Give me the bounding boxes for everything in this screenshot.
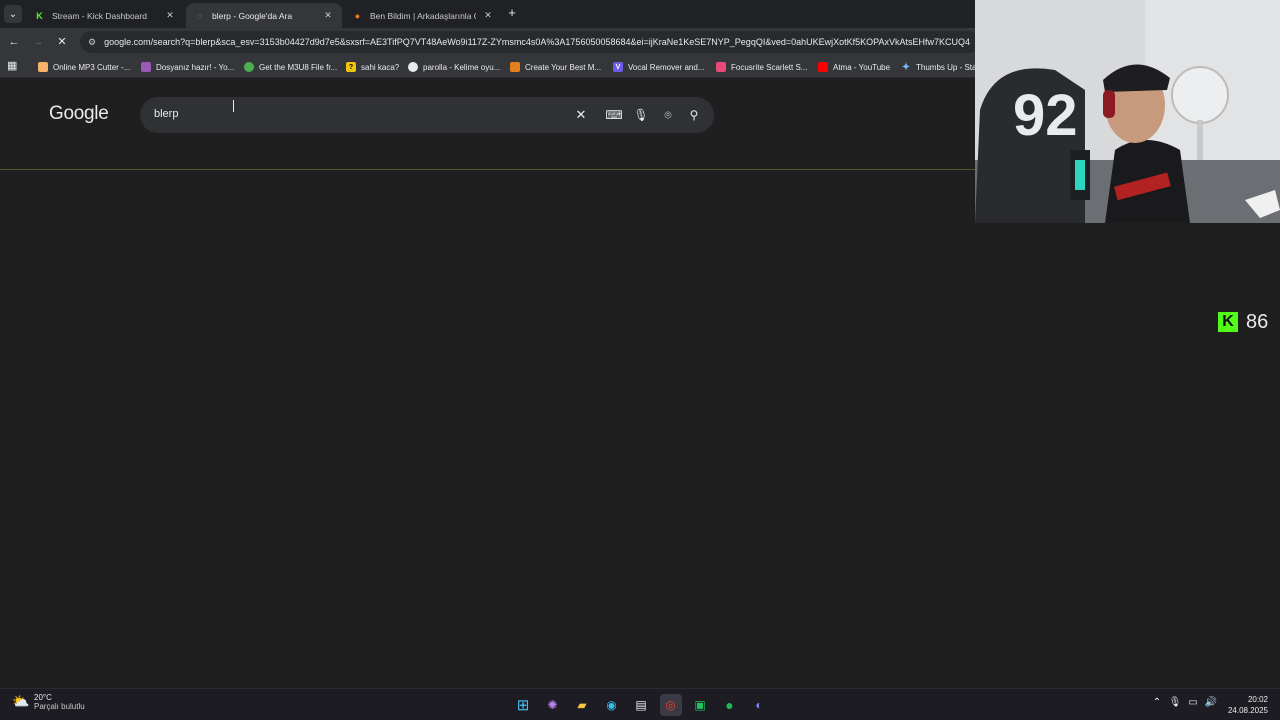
youtube-icon — [818, 62, 828, 72]
tab-kick-dashboard[interactable]: K Stream - Kick Dashboard ✕ — [26, 3, 184, 28]
browser-toolbar: ← → ✕ ⚙ google.com/search?q=blerp&sca_es… — [0, 28, 980, 56]
file-explorer-button[interactable]: ▰ — [571, 694, 593, 716]
clock-time: 20:02 — [1247, 695, 1268, 704]
chrome-button[interactable]: ◎ — [659, 694, 682, 716]
bookmark-favicon-icon — [408, 62, 418, 72]
chevron-up-icon[interactable]: ⌃ — [1148, 697, 1166, 708]
tab-ben-bildim[interactable]: ● Ben Bildim | Arkadaşlarınla Onli ✕ — [344, 3, 502, 28]
edge-button[interactable]: ◉ — [601, 694, 623, 716]
arrow-left-icon: ← — [8, 36, 20, 48]
tab-google-search[interactable]: ◌ blerp - Google'da Ara ✕ — [186, 3, 342, 28]
arrow-right-icon: → — [32, 36, 44, 48]
bookmark-item[interactable]: V Vocal Remover and... — [613, 60, 704, 74]
app-button[interactable]: ▣ — [689, 694, 711, 716]
stop-loading-button[interactable]: ✕ — [54, 34, 70, 50]
folder-icon: ▰ — [577, 698, 587, 712]
svg-text:92: 92 — [1013, 83, 1078, 148]
tab-bar: ⌄ K Stream - Kick Dashboard ✕ ◌ blerp - … — [0, 0, 975, 28]
bookmarks-bar: ▦ Online MP3 Cutter -... Dosyanız hazır!… — [0, 56, 977, 78]
windows-icon: ⊞ — [516, 697, 530, 714]
bookmark-favicon-icon — [141, 62, 151, 72]
loading-spinner-icon: ◌ — [196, 10, 203, 21]
spotify-button[interactable]: ● — [719, 694, 741, 716]
google-logo[interactable]: Google — [49, 103, 109, 125]
bookmark-item[interactable]: Get the M3U8 File fr... — [244, 60, 337, 74]
close-icon: ✕ — [57, 36, 67, 48]
bookmark-favicon-icon — [510, 62, 520, 72]
bookmark-item[interactable]: Create Your Best M... — [510, 60, 601, 74]
tab-search-button[interactable]: ⌄ — [4, 5, 22, 23]
partly-cloudy-icon: ⛅ — [12, 693, 30, 709]
store-button[interactable]: ▤ — [630, 694, 652, 716]
url-text: google.com/search?q=blerp&sca_esv=3153b0… — [104, 37, 970, 47]
keyboard-icon[interactable]: ⌨ — [605, 106, 623, 124]
clock-date: 24.08.2025 — [1227, 706, 1268, 715]
bookmark-item[interactable]: parolla - Kelime oyu... — [408, 60, 500, 74]
bookmark-favicon-icon: V — [613, 62, 623, 72]
kick-icon: K — [36, 10, 43, 21]
new-tab-button[interactable]: + — [505, 5, 519, 21]
bookmark-item[interactable]: Atma - YouTube — [818, 60, 890, 74]
discord-button[interactable]: ◐ — [748, 694, 770, 716]
bookmark-favicon-icon — [244, 62, 254, 72]
kick-viewer-count: K 86 — [1218, 311, 1268, 333]
bookmark-favicon-icon: ? — [346, 62, 356, 72]
copilot-icon: ✺ — [547, 698, 558, 712]
app-icon: ▣ — [694, 698, 706, 712]
search-input[interactable]: blerp — [154, 108, 178, 120]
address-bar[interactable]: ⚙ google.com/search?q=blerp&sca_esv=3153… — [80, 31, 980, 53]
search-box[interactable]: blerp ✕ ⌨ 🎙 ⌾ ⚲ — [140, 97, 714, 133]
store-icon: ▤ — [635, 698, 647, 712]
search-icon[interactable]: ⚲ — [685, 106, 703, 124]
close-icon[interactable]: ✕ — [482, 10, 494, 21]
plus-icon: + — [508, 5, 516, 20]
bookmark-item[interactable]: ✦ Thumbs Up - Sta — [901, 60, 977, 74]
forward-button[interactable]: → — [30, 34, 46, 50]
clear-icon[interactable]: ✕ — [572, 106, 590, 124]
chrome-icon: ◎ — [665, 698, 676, 712]
taskbar-apps: ⊞ ✺ ▰ ◉ ▤ ◎ ▣ ● ◐ — [512, 694, 778, 716]
chevron-down-icon: ⌄ — [8, 8, 18, 20]
clock[interactable]: 20:02 24.08.2025 — [1226, 694, 1268, 716]
star-icon: ✦ — [901, 61, 911, 73]
system-tray: ⌃ 🎙 ▭ 🔊 — [1148, 697, 1220, 708]
discord-icon: ◐ — [755, 698, 763, 712]
copilot-button[interactable]: ✺ — [542, 694, 564, 716]
webcam-overlay: 92 — [975, 0, 1280, 223]
bookmark-favicon-icon — [38, 62, 48, 72]
bookmark-item[interactable]: Dosyanız hazır! - Yo... — [141, 60, 234, 74]
apps-grid-icon[interactable]: ▦ — [7, 61, 18, 72]
weather-widget[interactable]: ⛅ 20°C Parçalı bulutlu — [12, 693, 85, 711]
bookmark-item[interactable]: ? sahi kaca? — [346, 60, 399, 74]
close-icon[interactable]: ✕ — [164, 10, 176, 21]
weather-temp: 20°C — [34, 693, 52, 702]
webcam-image: 92 — [975, 0, 1280, 223]
benbildim-icon: ● — [354, 10, 361, 21]
windows-taskbar: ⛅ 20°C Parçalı bulutlu ⊞ ✺ ▰ ◉ ▤ ◎ ▣ ● ◐… — [0, 688, 1280, 720]
kick-logo-icon: K — [1218, 312, 1238, 332]
text-cursor — [233, 100, 237, 112]
page-content-right — [975, 223, 1280, 688]
weather-condition: Parçalı bulutlu — [34, 702, 85, 711]
loading-progress-line — [0, 169, 975, 170]
network-icon[interactable]: ▭ — [1184, 697, 1202, 708]
page-content: Google blerp ✕ ⌨ 🎙 ⌾ ⚲ — [0, 78, 975, 688]
microphone-icon[interactable]: 🎙 — [632, 106, 650, 124]
start-button[interactable]: ⊞ — [512, 694, 534, 716]
bookmark-favicon-icon — [716, 62, 726, 72]
close-icon[interactable]: ✕ — [322, 10, 334, 21]
microphone-icon[interactable]: 🎙 — [1166, 697, 1184, 708]
spotify-icon: ● — [725, 697, 734, 713]
site-info-icon[interactable]: ⚙ — [88, 37, 96, 48]
bookmark-item[interactable]: Focusrite Scarlett S... — [716, 60, 807, 74]
volume-icon[interactable]: 🔊 — [1202, 697, 1220, 708]
viewer-count: 86 — [1246, 310, 1269, 333]
bookmark-item[interactable]: Online MP3 Cutter -... — [38, 60, 130, 74]
lens-camera-icon[interactable]: ⌾ — [659, 106, 677, 124]
back-button[interactable]: ← — [6, 34, 22, 50]
edge-icon: ◉ — [606, 698, 617, 712]
